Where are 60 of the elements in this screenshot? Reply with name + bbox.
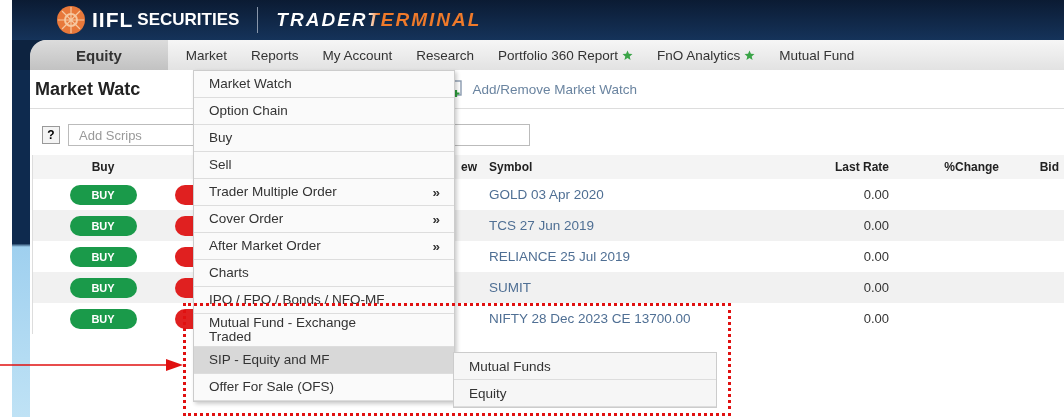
submenu-item[interactable]: Equity (454, 380, 716, 407)
help-button[interactable]: ? (42, 126, 60, 144)
menu-item-label: Mutual Fund - Exchange Traded (209, 314, 358, 346)
menu-item-label: Trader Multiple Order (209, 183, 337, 201)
symbol-link[interactable]: SUMIT (477, 280, 779, 295)
table-cell-text: 0.00 (862, 280, 889, 295)
page-title: Market Watc (35, 78, 141, 100)
nav-tab[interactable]: Research (404, 40, 486, 70)
submenu-arrow: » (432, 184, 440, 200)
brand-suffix: SECURITIES (137, 10, 240, 30)
menu-item[interactable]: Option Chain (194, 98, 454, 125)
menu-item-label: Buy (209, 129, 233, 147)
menu-item[interactable]: After Market Order » (194, 233, 454, 260)
symbol-link[interactable]: NIFTY 28 Dec 2023 CE 13700.00 (477, 311, 779, 326)
menu-item[interactable]: Sell (194, 152, 454, 179)
menu-item-label: Market Watch (209, 75, 292, 93)
column-header: ew (460, 160, 477, 174)
menu-item[interactable]: Buy (194, 125, 454, 152)
buy-button[interactable]: BUY (69, 215, 137, 236)
nav-tab[interactable]: FnO Analytics (645, 40, 768, 70)
nav-tab[interactable]: Portfolio 360 Report (485, 40, 646, 70)
nav-tab[interactable]: My Account (310, 40, 405, 70)
column-header: Bid (1038, 160, 1059, 174)
add-remove-link[interactable]: Add/Remove Market Watch (472, 81, 637, 97)
menu-item-label: Cover Order (209, 210, 284, 228)
submenu-arrow: » (432, 238, 440, 254)
menu-item-label: Charts (209, 264, 249, 282)
menu-item-label: Offer For Sale (OFS) (209, 378, 335, 396)
submenu-item[interactable]: Mutual Funds (454, 353, 716, 380)
nav-tab[interactable]: Mutual Fund (767, 40, 867, 70)
menu-item[interactable]: Cover Order » (194, 206, 454, 233)
table-cell-text: 0.00 (862, 311, 889, 326)
brand-name: IIFL (92, 8, 134, 32)
column-header: %Change (943, 160, 999, 174)
buy-button[interactable]: BUY (69, 308, 137, 329)
menu-item[interactable]: SIP - Equity and MF (194, 347, 454, 374)
column-header: Last Rate (833, 160, 889, 174)
nav-tab[interactable]: Equity (30, 40, 168, 70)
menu-item[interactable]: Charts (194, 260, 454, 287)
menu-item-label: SIP - Equity and MF (209, 351, 330, 369)
column-header: Buy (90, 160, 116, 174)
buy-button[interactable]: BUY (69, 184, 137, 205)
buy-button[interactable]: BUY (69, 246, 137, 267)
nav-tab[interactable]: Reports (239, 40, 311, 70)
menu-item[interactable]: Trader Multiple Order » (194, 179, 454, 206)
symbol-link[interactable]: RELIANCE 25 Jul 2019 (477, 249, 779, 264)
menu-item-label: Option Chain (209, 102, 288, 120)
logo-icon (56, 5, 86, 35)
table-cell-text: 0.00 (862, 249, 889, 264)
symbol-link[interactable]: GOLD 03 Apr 2020 (477, 187, 779, 202)
table-cell-text: 0.00 (862, 218, 889, 233)
nav-tab[interactable]: Market (173, 40, 240, 70)
column-header: Symbol (488, 160, 534, 174)
symbol-link[interactable]: TCS 27 Jun 2019 (477, 218, 779, 233)
menu-item[interactable]: Market Watch (194, 71, 454, 98)
submenu-arrow: » (432, 211, 440, 227)
menu-item-label: After Market Order (209, 237, 321, 255)
table-cell-text: 0.00 (862, 187, 889, 202)
menu-item-label: Sell (209, 156, 232, 174)
buy-button[interactable]: BUY (69, 277, 137, 298)
